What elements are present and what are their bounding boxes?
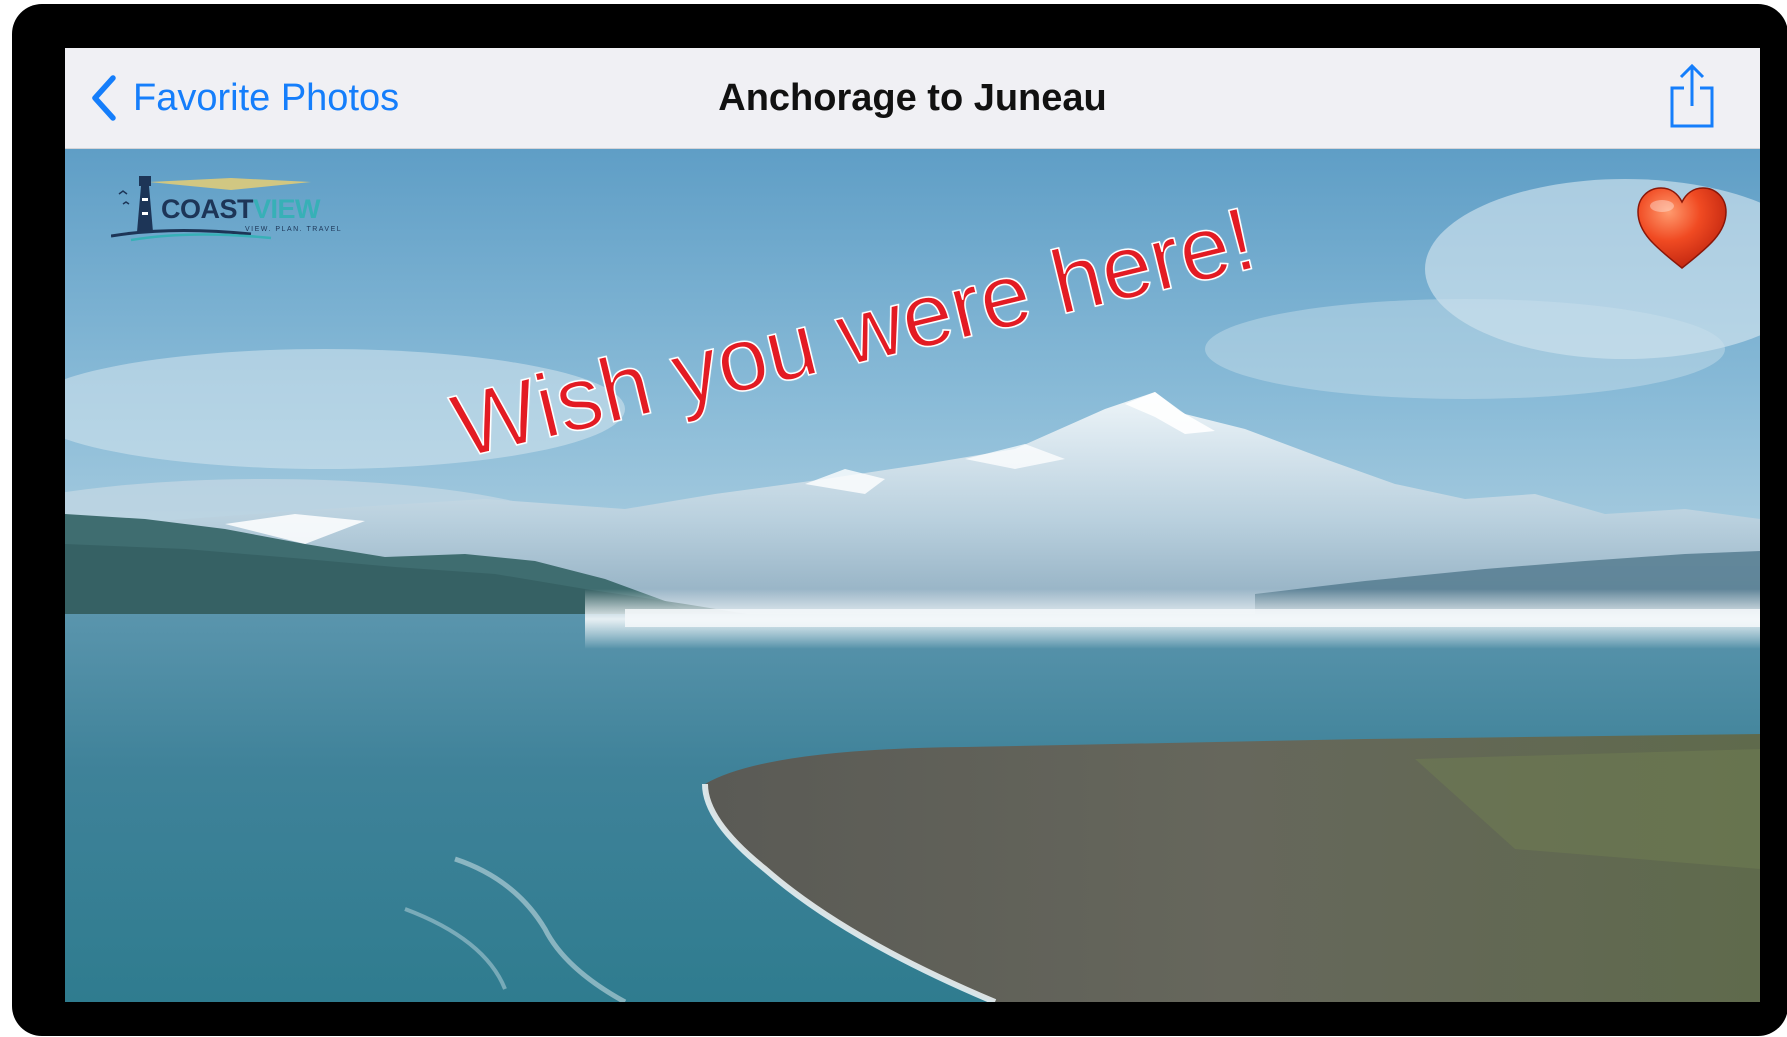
favorite-button[interactable] xyxy=(1634,184,1730,272)
navigation-bar: Favorite Photos Anchorage to Juneau xyxy=(65,48,1760,149)
screen: Favorite Photos Anchorage to Juneau COAS… xyxy=(65,48,1760,1002)
back-button-label: Favorite Photos xyxy=(133,76,400,119)
share-icon xyxy=(1670,63,1714,128)
device-frame: Favorite Photos Anchorage to Juneau COAS… xyxy=(12,4,1787,1036)
logo-tagline: VIEW. PLAN. TRAVEL xyxy=(245,226,343,233)
coastview-logo: COASTVIEW VIEW. PLAN. TRAVEL xyxy=(111,168,341,248)
back-button[interactable]: Favorite Photos xyxy=(89,70,399,126)
logo-coast-text: COAST xyxy=(161,194,254,224)
heart-icon xyxy=(1637,187,1727,269)
logo-wordmark: COASTVIEW xyxy=(161,194,321,225)
share-button[interactable] xyxy=(1666,62,1718,130)
chevron-left-icon xyxy=(92,75,116,121)
logo-view-text: VIEW xyxy=(253,194,321,224)
